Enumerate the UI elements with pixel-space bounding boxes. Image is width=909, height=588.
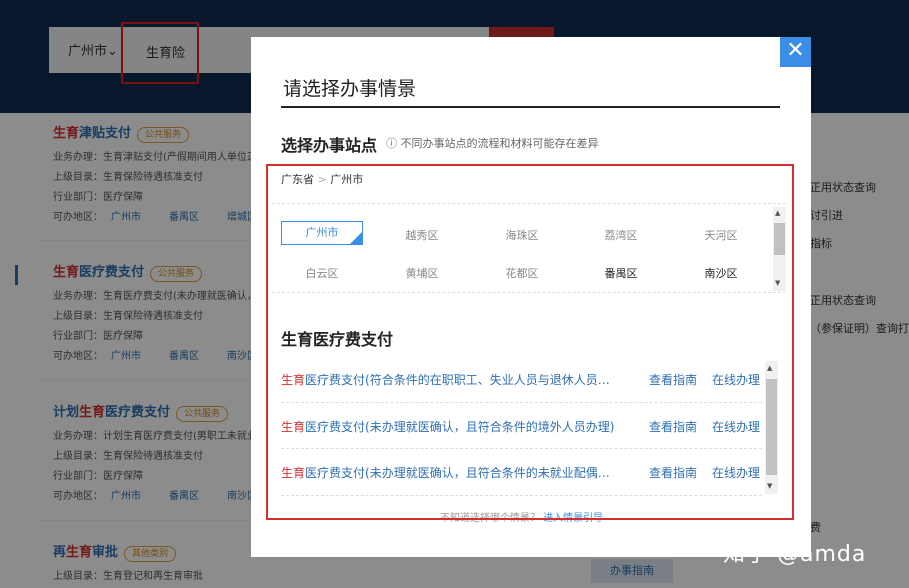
watermark: 知乎 @amda xyxy=(723,542,867,567)
station-heading: 选择办事站点 xyxy=(281,136,378,155)
close-icon[interactable]: ✕ xyxy=(780,37,811,67)
info-icon: ⓘ xyxy=(386,137,397,150)
dialog-title: 请选择办事情景 xyxy=(283,78,417,100)
annotation-highlight-dialog xyxy=(266,164,794,520)
title-underline xyxy=(281,106,780,108)
station-tip: ⓘ 不同办事站点的流程和材料可能存在差异 xyxy=(386,137,599,150)
